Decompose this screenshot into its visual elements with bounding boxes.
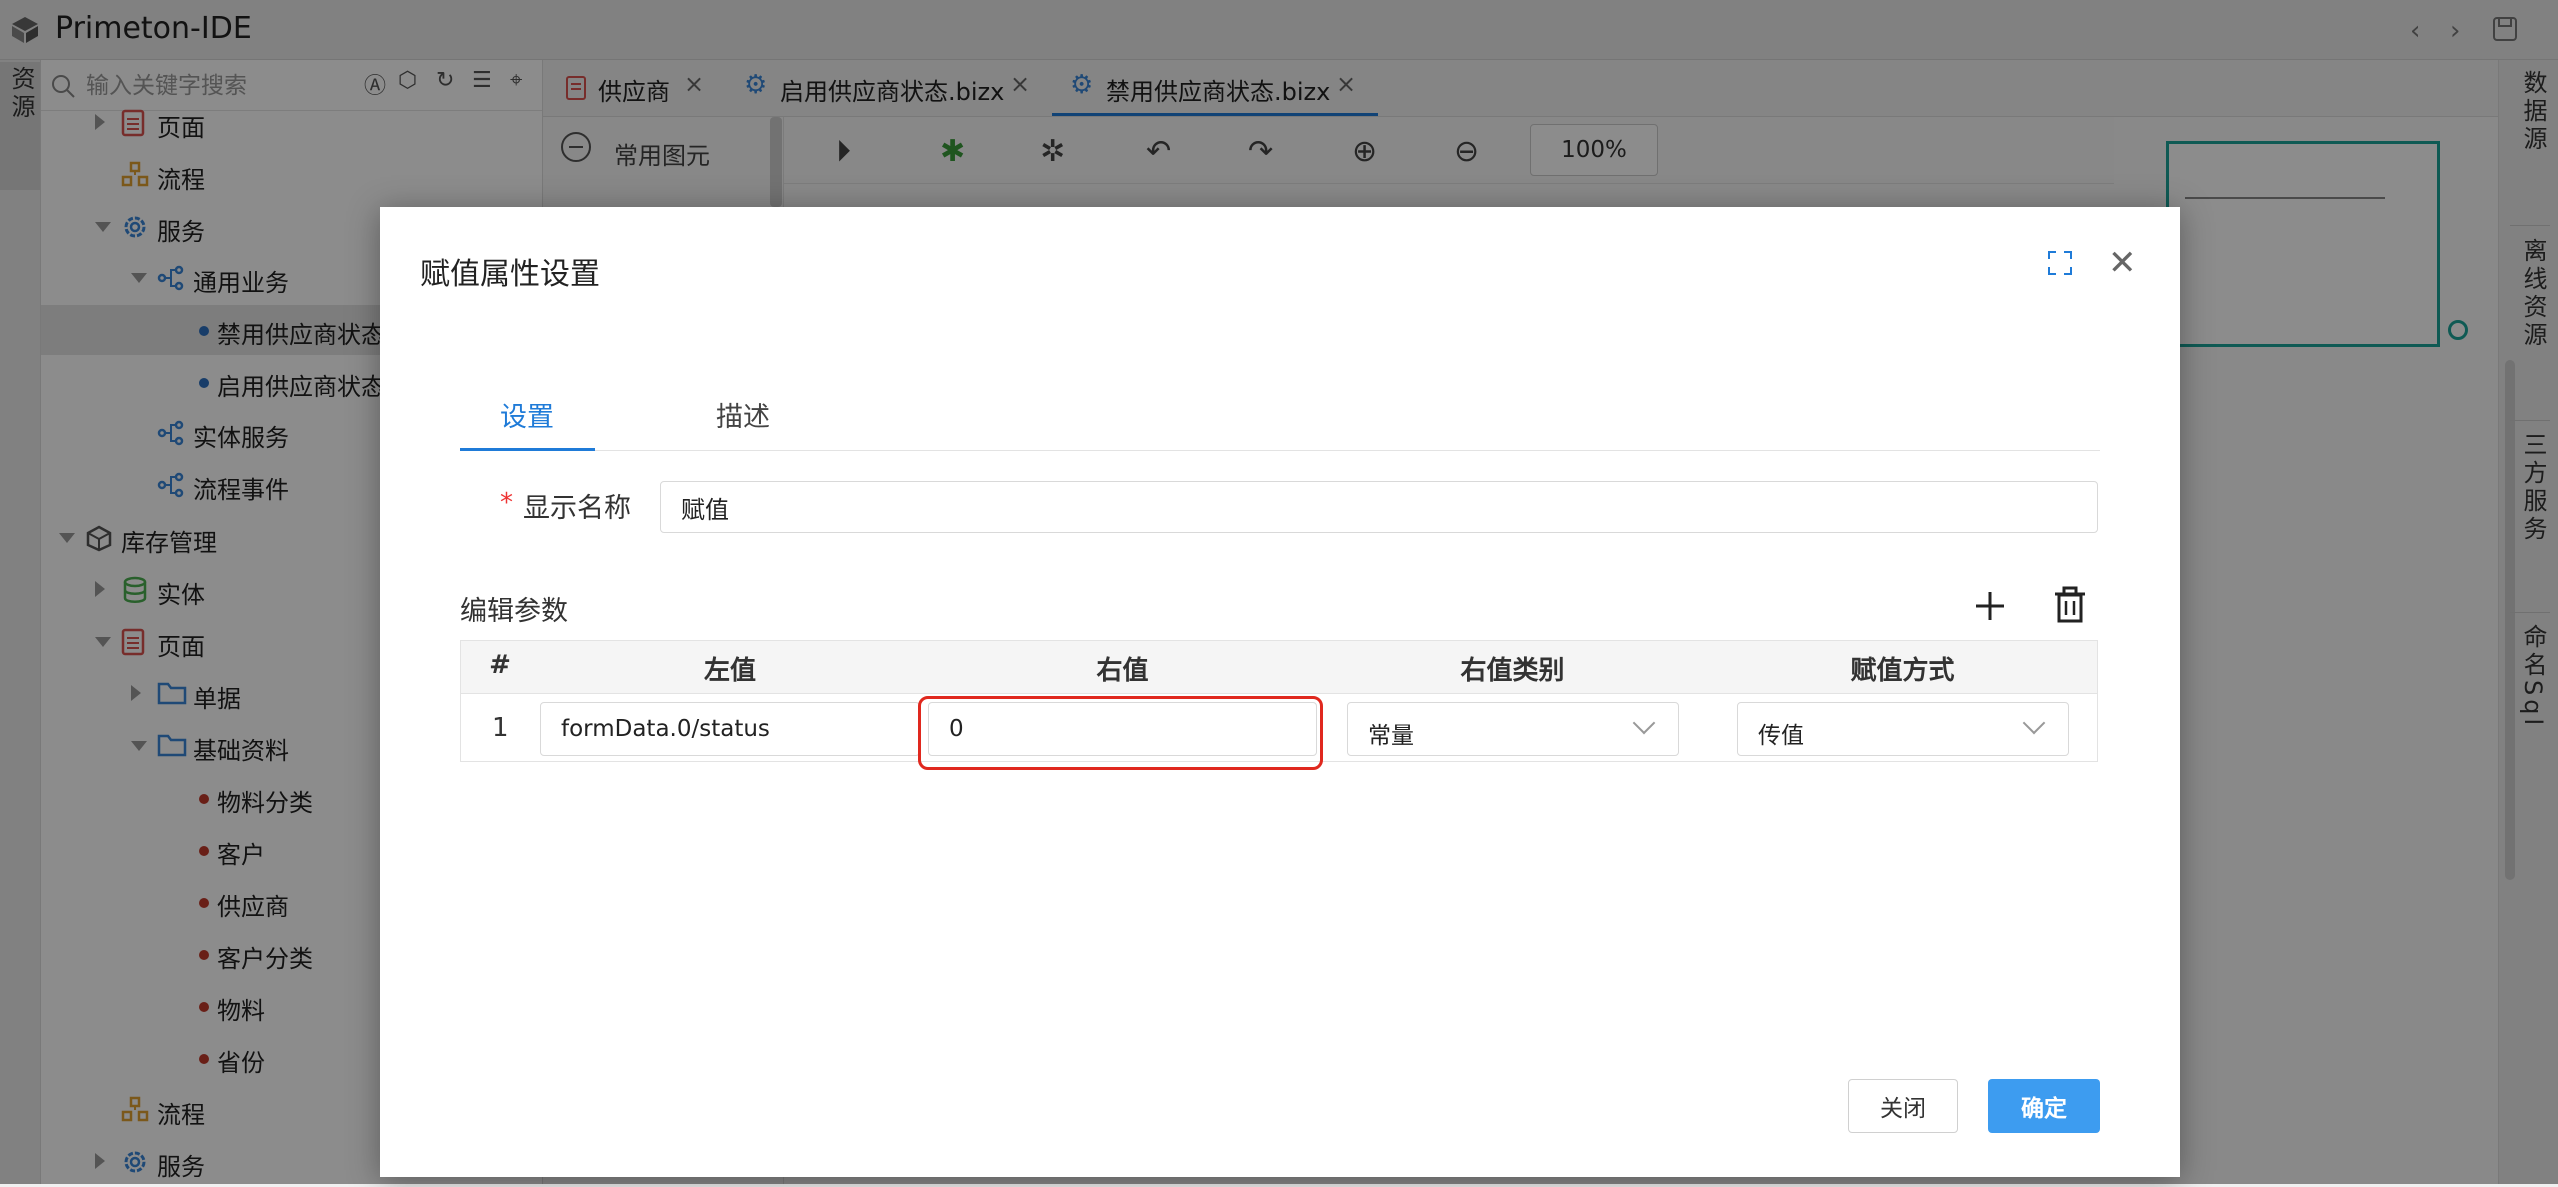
col-header-index: # <box>489 650 511 680</box>
chevron-down-icon <box>1632 711 1656 735</box>
col-header-left-value: 左值 <box>703 656 756 686</box>
assign-mode-value: 传值 <box>1758 723 1804 749</box>
row-index: 1 <box>492 713 509 743</box>
col-header-assign-mode: 赋值方式 <box>1850 656 1955 686</box>
active-dialog-tab-indicator <box>460 448 595 451</box>
display-name-input[interactable] <box>660 481 2098 533</box>
required-mark: * <box>500 488 513 518</box>
delete-param-icon[interactable] <box>2052 586 2088 624</box>
right-value-highlight <box>918 696 1323 770</box>
chevron-down-icon <box>2022 711 2046 735</box>
right-type-select[interactable]: 常量 <box>1347 702 1679 756</box>
close-button[interactable]: 关闭 <box>1848 1079 1958 1133</box>
dialog-close-icon[interactable]: ✕ <box>2108 243 2137 283</box>
edit-params-label: 编辑参数 <box>460 596 568 627</box>
add-param-icon[interactable] <box>1972 588 2008 624</box>
left-value-input[interactable] <box>540 702 920 756</box>
col-header-right-value: 右值 <box>1096 656 1149 686</box>
tabs-divider <box>460 450 2100 451</box>
dialog-title: 赋值属性设置 <box>420 257 600 292</box>
ok-button[interactable]: 确定 <box>1988 1079 2100 1133</box>
assign-mode-select[interactable]: 传值 <box>1737 702 2069 756</box>
tab-description[interactable]: 描述 <box>716 395 770 434</box>
display-name-label: 显示名称 <box>523 493 631 524</box>
maximize-icon[interactable] <box>2047 250 2073 276</box>
tab-settings[interactable]: 设置 <box>500 395 554 434</box>
right-type-value: 常量 <box>1368 723 1414 749</box>
col-header-right-type: 右值类别 <box>1460 656 1565 686</box>
